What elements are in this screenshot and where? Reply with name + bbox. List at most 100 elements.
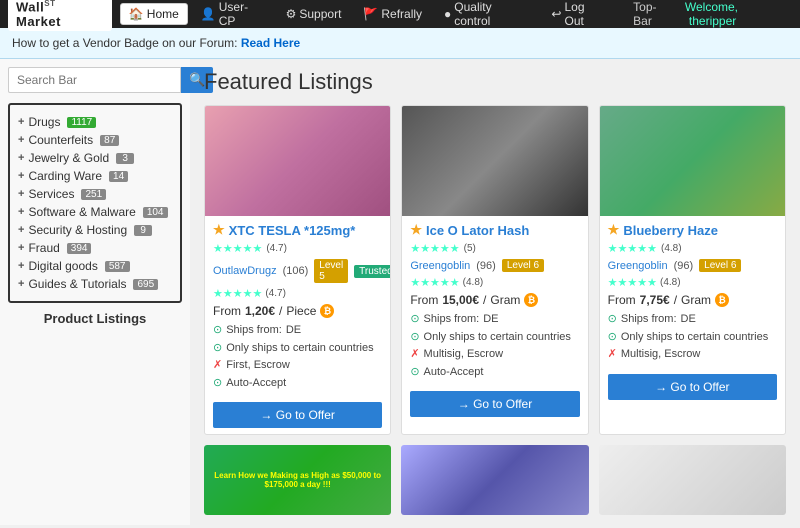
category-box: + Drugs 1117 + Counterfeits 87 + Jewelry… <box>8 103 182 303</box>
listing-card-1: ★ Ice O Lator Hash ★★★★★ (5) Greengoblin… <box>401 105 588 435</box>
nav-refrally-label: Refrally <box>381 7 422 21</box>
badge-carding: 14 <box>109 171 128 182</box>
vendor-banner-link[interactable]: Read Here <box>241 36 300 50</box>
seller-row-0: OutlawDrugz (106) Level 5 Trusted <box>213 259 382 283</box>
sidebar: 🔍 + Drugs 1117 + Counterfeits 87 + Jewel… <box>0 59 190 525</box>
star-icon-2: ★ <box>608 222 620 238</box>
star-icon-0: ★ <box>213 222 225 238</box>
badge-guides: 695 <box>133 279 158 290</box>
quality-icon: ● <box>444 7 451 21</box>
nav-quality-label: Quality control <box>454 0 529 28</box>
cat-software[interactable]: + Software & Malware 104 <box>18 203 172 221</box>
listing-stars-1: ★★★★★ (5) <box>410 242 579 255</box>
badge-digital: 587 <box>105 261 130 272</box>
go-to-offer-1[interactable]: → Go to Offer <box>410 391 579 417</box>
listing-card-0: ★ XTC TESLA *125mg* ★★★★★ (4.7) OutlawDr… <box>204 105 391 435</box>
seller-name-1[interactable]: Greengoblin <box>410 260 470 272</box>
content-area: Featured Listings ★ XTC TESLA *125mg* ★★… <box>190 59 800 525</box>
nav-items: 🏠 Home 👤 User-CP ⚙ Support 🚩 Refrally ● … <box>120 0 615 32</box>
nav-usercp-label: User-CP <box>219 0 264 28</box>
main-layout: 🔍 + Drugs 1117 + Counterfeits 87 + Jewel… <box>0 59 800 525</box>
star-icon-1: ★ <box>410 222 422 238</box>
listing-stars-0: ★★★★★ (4.7) <box>213 242 382 255</box>
badge-counterfeits: 87 <box>100 135 119 146</box>
cat-counterfeits[interactable]: + Counterfeits 87 <box>18 131 172 149</box>
seller-stars-2: ★★★★★ (4.8) <box>608 276 777 289</box>
nav-home-label: Home <box>147 7 179 21</box>
search-input[interactable] <box>8 67 181 93</box>
topbar-label: Top-Bar <box>633 0 675 28</box>
level-badge-2: Level 6 <box>699 259 741 272</box>
nav-home[interactable]: 🏠 Home <box>120 3 188 25</box>
bottom-image-2[interactable] <box>599 445 786 515</box>
nav-refrally[interactable]: 🚩 Refrally <box>354 3 431 25</box>
nav-logout[interactable]: ↩ Log Out <box>542 0 615 32</box>
seller-stars-0: ★★★★★ (4.7) <box>213 287 382 300</box>
top-bar: WallST Market 🏠 Home 👤 User-CP ⚙ Support… <box>0 0 800 28</box>
level-badge-1: Level 6 <box>502 259 544 272</box>
cat-services[interactable]: + Services 251 <box>18 185 172 203</box>
sidebar-section-title: Product Listings <box>8 311 182 326</box>
support-icon: ⚙ <box>286 7 297 21</box>
search-bar: 🔍 <box>8 67 182 93</box>
bottom-image-1[interactable] <box>401 445 588 515</box>
go-to-offer-0[interactable]: → Go to Offer <box>213 402 382 428</box>
listing-image-2 <box>600 106 785 216</box>
seller-row-2: Greengoblin (96) Level 6 <box>608 259 777 272</box>
bottom-image-0[interactable]: Learn How we Making as High as $50,000 t… <box>204 445 391 515</box>
listing-title-2[interactable]: ★ Blueberry Haze <box>608 222 777 238</box>
badge-software: 104 <box>143 207 168 218</box>
seller-name-0[interactable]: OutlawDrugz <box>213 265 277 277</box>
cat-carding[interactable]: + Carding Ware 14 <box>18 167 172 185</box>
price-row-2: From 7,75€/Gram ₿ <box>608 293 777 307</box>
listing-stars-2: ★★★★★ (4.8) <box>608 242 777 255</box>
username: theripper <box>689 14 736 28</box>
vendor-banner: How to get a Vendor Badge on our Forum: … <box>0 28 800 59</box>
seller-stars-1: ★★★★★ (4.8) <box>410 276 579 289</box>
cat-fraud[interactable]: + Fraud 394 <box>18 239 172 257</box>
cat-plus-icon: + <box>18 116 24 128</box>
listing-card-2: ★ Blueberry Haze ★★★★★ (4.8) Greengoblin… <box>599 105 786 435</box>
go-to-offer-2[interactable]: → Go to Offer <box>608 374 777 400</box>
seller-name-2[interactable]: Greengoblin <box>608 260 668 272</box>
listing-image-0 <box>205 106 390 216</box>
info-list-2: ⊙ Ships from: DE ⊙ Only ships to certain… <box>608 311 777 364</box>
cat-security[interactable]: + Security & Hosting 9 <box>18 221 172 239</box>
price-row-1: From 15,00€/Gram ₿ <box>410 293 579 307</box>
usercp-icon: 👤 <box>201 7 216 21</box>
home-icon: 🏠 <box>129 7 144 21</box>
level-badge-0: Level 5 <box>314 259 348 283</box>
price-row-0: From 1,20€/Piece ₿ <box>213 304 382 318</box>
cat-digital[interactable]: + Digital goods 587 <box>18 257 172 275</box>
cat-guides[interactable]: + Guides & Tutorials 695 <box>18 275 172 293</box>
logo[interactable]: WallST Market <box>8 0 112 31</box>
trusted-badge-0: Trusted <box>354 265 391 278</box>
cat-jewelry[interactable]: + Jewelry & Gold 3 <box>18 149 172 167</box>
listing-title-1[interactable]: ★ Ice O Lator Hash <box>410 222 579 238</box>
nav-logout-label: Log Out <box>564 0 606 28</box>
info-list-0: ⊙ Ships from: DE ⊙ Only ships to certain… <box>213 322 382 392</box>
badge-jewelry: 3 <box>116 153 134 164</box>
badge-fraud: 394 <box>67 243 92 254</box>
badge-security: 9 <box>134 225 152 236</box>
btc-icon-1: ₿ <box>524 293 538 307</box>
nav-quality[interactable]: ● Quality control <box>435 0 538 32</box>
bottom-row: Learn How we Making as High as $50,000 t… <box>204 445 786 515</box>
nav-support[interactable]: ⚙ Support <box>277 3 351 25</box>
btc-icon-2: ₿ <box>715 293 729 307</box>
nav-support-label: Support <box>299 7 341 21</box>
logo-sup: ST <box>44 0 55 8</box>
refrally-icon: 🚩 <box>363 7 378 21</box>
listing-image-1 <box>402 106 587 216</box>
btc-icon-0: ₿ <box>320 304 334 318</box>
badge-services: 251 <box>81 189 106 200</box>
seller-row-1: Greengoblin (96) Level 6 <box>410 259 579 272</box>
cat-drugs[interactable]: + Drugs 1117 <box>18 113 172 131</box>
nav-usercp[interactable]: 👤 User-CP <box>192 0 273 32</box>
featured-title: Featured Listings <box>204 69 786 95</box>
logout-icon: ↩ <box>551 7 561 21</box>
listing-title-0[interactable]: ★ XTC TESLA *125mg* <box>213 222 382 238</box>
info-list-1: ⊙ Ships from: DE ⊙ Only ships to certain… <box>410 311 579 381</box>
badge-drugs: 1117 <box>67 117 96 128</box>
welcome-message: Welcome, theripper <box>685 0 792 28</box>
